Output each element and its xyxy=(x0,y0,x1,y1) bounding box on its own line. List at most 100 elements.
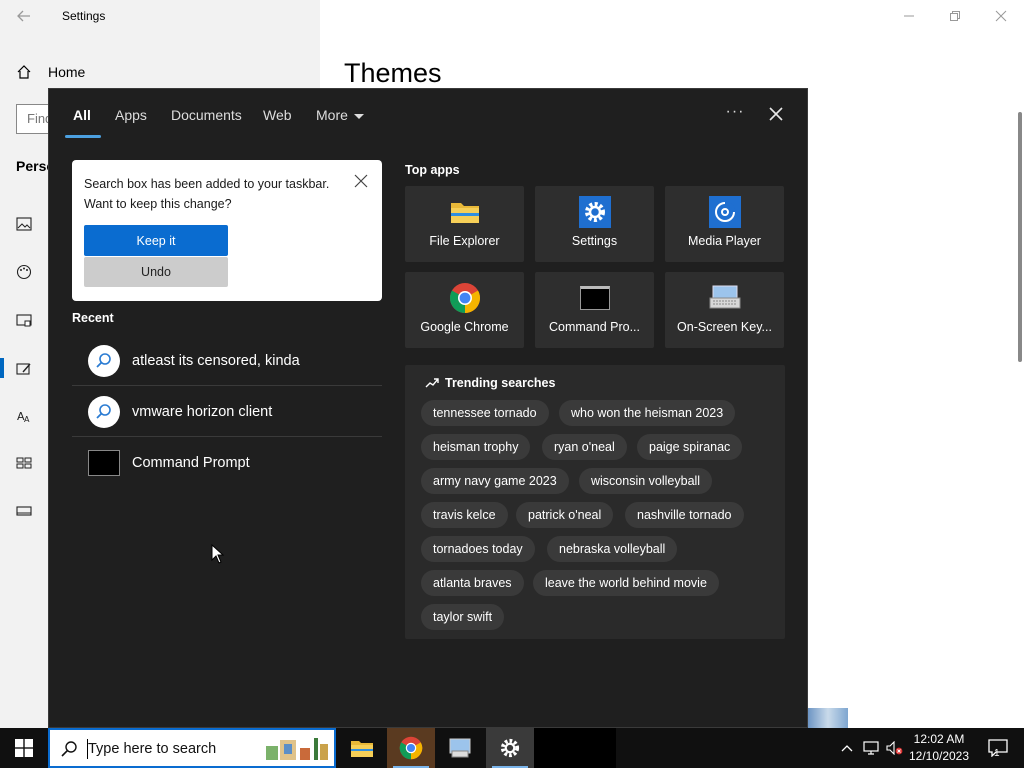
gear-icon xyxy=(500,738,520,758)
trending-chip[interactable]: nebraska volleyball xyxy=(547,536,678,562)
start-button[interactable] xyxy=(0,728,48,768)
app-tile-command-prompt[interactable]: Command Pro... xyxy=(535,272,654,348)
app-label: Google Chrome xyxy=(420,320,509,334)
app-tile-media-player[interactable]: Media Player xyxy=(665,186,784,262)
trending-chip[interactable]: tornadoes today xyxy=(421,536,535,562)
back-arrow-icon[interactable] xyxy=(14,6,34,26)
trending-chip[interactable]: patrick o'neal xyxy=(516,502,614,528)
tab-apps[interactable]: Apps xyxy=(115,107,147,123)
trending-chip[interactable]: wisconsin volleyball xyxy=(579,468,713,494)
picture-icon[interactable] xyxy=(16,216,32,232)
chrome-icon xyxy=(449,282,481,314)
volume-tray[interactable] xyxy=(884,728,906,768)
app-tile-settings[interactable]: Settings xyxy=(535,186,654,262)
close-icon[interactable] xyxy=(765,103,787,125)
app-label: Media Player xyxy=(688,234,761,248)
recent-item-label: vmware horizon client xyxy=(132,403,273,420)
search-icon xyxy=(88,395,120,428)
taskbar-empty-area xyxy=(534,728,616,768)
recent-item[interactable]: vmware horizon client xyxy=(72,387,382,437)
app-label: On-Screen Key... xyxy=(677,320,772,334)
tab-all[interactable]: All xyxy=(73,107,91,123)
tab-web[interactable]: Web xyxy=(263,107,292,123)
recent-item[interactable]: atleast its censored, kinda xyxy=(72,336,382,386)
windows-logo-icon xyxy=(15,739,33,757)
app-label: Settings xyxy=(571,234,618,248)
window-title: Settings xyxy=(62,9,106,23)
app-tile-on-screen-keyboard[interactable]: On-Screen Key... xyxy=(665,272,784,348)
window-thumbnail xyxy=(808,708,848,728)
section-heading: Personalization xyxy=(16,158,48,174)
trending-chip[interactable]: tennessee tornado xyxy=(421,400,549,426)
restore-icon[interactable] xyxy=(932,0,978,32)
taskbar-search-box[interactable]: Type here to search xyxy=(48,728,336,768)
trending-heading-label: Trending searches xyxy=(445,376,556,390)
recent-item-label: atleast its censored, kinda xyxy=(132,352,300,369)
command-prompt-icon xyxy=(579,282,611,314)
keep-it-button[interactable]: Keep it xyxy=(84,225,228,256)
fonts-icon[interactable]: AA xyxy=(16,408,32,424)
app-label: Command Pro... xyxy=(548,320,640,334)
find-setting-input[interactable]: Find a setting xyxy=(16,104,50,134)
app-tile-file-explorer[interactable]: File Explorer xyxy=(405,186,524,262)
taskbar-icon[interactable] xyxy=(16,503,32,519)
taskbar-file-explorer[interactable] xyxy=(338,728,386,768)
tab-more-label: More xyxy=(316,107,348,123)
home-icon xyxy=(17,65,31,79)
taskbar-remote-app[interactable] xyxy=(436,728,484,768)
top-apps-heading: Top apps xyxy=(405,163,460,177)
remote-desktop-icon xyxy=(449,738,471,758)
search-flyout: All Apps Documents Web More ··· Search b… xyxy=(48,88,808,728)
trending-chip[interactable]: who won the heisman 2023 xyxy=(559,400,736,426)
app-label: File Explorer xyxy=(429,234,500,248)
taskbar-settings[interactable] xyxy=(486,728,534,768)
trending-chip[interactable]: paige spiranac xyxy=(637,434,743,460)
search-placeholder: Type here to search xyxy=(88,741,217,757)
home-nav-item[interactable]: Home xyxy=(16,64,85,80)
svg-text:A: A xyxy=(24,415,30,424)
chrome-icon xyxy=(399,736,423,760)
trending-chip[interactable]: leave the world behind movie xyxy=(533,570,719,596)
palette-icon[interactable] xyxy=(16,264,32,280)
trending-chip[interactable]: heisman trophy xyxy=(421,434,531,460)
trending-chip[interactable]: taylor swift xyxy=(421,604,505,630)
undo-button[interactable]: Undo xyxy=(84,257,228,287)
search-icon xyxy=(61,741,77,757)
search-tabs: All Apps Documents Web More ··· xyxy=(49,89,807,139)
command-prompt-icon xyxy=(88,450,120,476)
show-hidden-icons[interactable] xyxy=(836,728,858,768)
folder-icon xyxy=(351,741,373,757)
trending-chip[interactable]: ryan o'neal xyxy=(542,434,627,460)
trending-chip[interactable]: army navy game 2023 xyxy=(421,468,569,494)
gear-icon xyxy=(578,196,611,228)
recent-item-label: Command Prompt xyxy=(132,455,250,471)
recent-item[interactable]: Command Prompt xyxy=(72,438,382,488)
taskbar-chrome[interactable] xyxy=(387,728,435,768)
scrollbar[interactable] xyxy=(1018,112,1022,362)
taskbar: Type here to search 12:02 AM 12/10/2023 … xyxy=(0,728,1024,768)
folder-icon xyxy=(449,196,481,228)
more-options-icon[interactable]: ··· xyxy=(723,103,747,123)
volume-muted-icon xyxy=(886,741,903,755)
themes-brush-icon[interactable] xyxy=(16,361,32,377)
minimize-icon[interactable] xyxy=(886,0,932,32)
start-layout-icon[interactable] xyxy=(16,455,32,471)
trending-chip[interactable]: travis kelce xyxy=(421,502,508,528)
keyboard-icon xyxy=(709,282,741,314)
tab-documents[interactable]: Documents xyxy=(171,107,242,123)
close-window-icon[interactable] xyxy=(978,0,1024,32)
active-tab-indicator xyxy=(65,135,101,138)
trending-chip[interactable]: nashville tornado xyxy=(625,502,744,528)
clock[interactable]: 12:02 AM 12/10/2023 xyxy=(906,731,972,765)
app-tile-google-chrome[interactable]: Google Chrome xyxy=(405,272,524,348)
toast-message: Search box has been added to your taskba… xyxy=(84,177,330,211)
trending-heading: Trending searches xyxy=(425,376,555,390)
network-tray[interactable] xyxy=(860,728,882,768)
lock-screen-icon[interactable] xyxy=(16,313,32,329)
toast-close-icon[interactable] xyxy=(354,174,368,188)
trending-chip[interactable]: atlanta braves xyxy=(421,570,524,596)
trending-searches-panel: Trending searches tennessee tornado who … xyxy=(405,365,785,639)
chevron-up-icon xyxy=(841,745,853,752)
tab-more[interactable]: More xyxy=(316,107,364,123)
network-icon xyxy=(863,741,879,755)
